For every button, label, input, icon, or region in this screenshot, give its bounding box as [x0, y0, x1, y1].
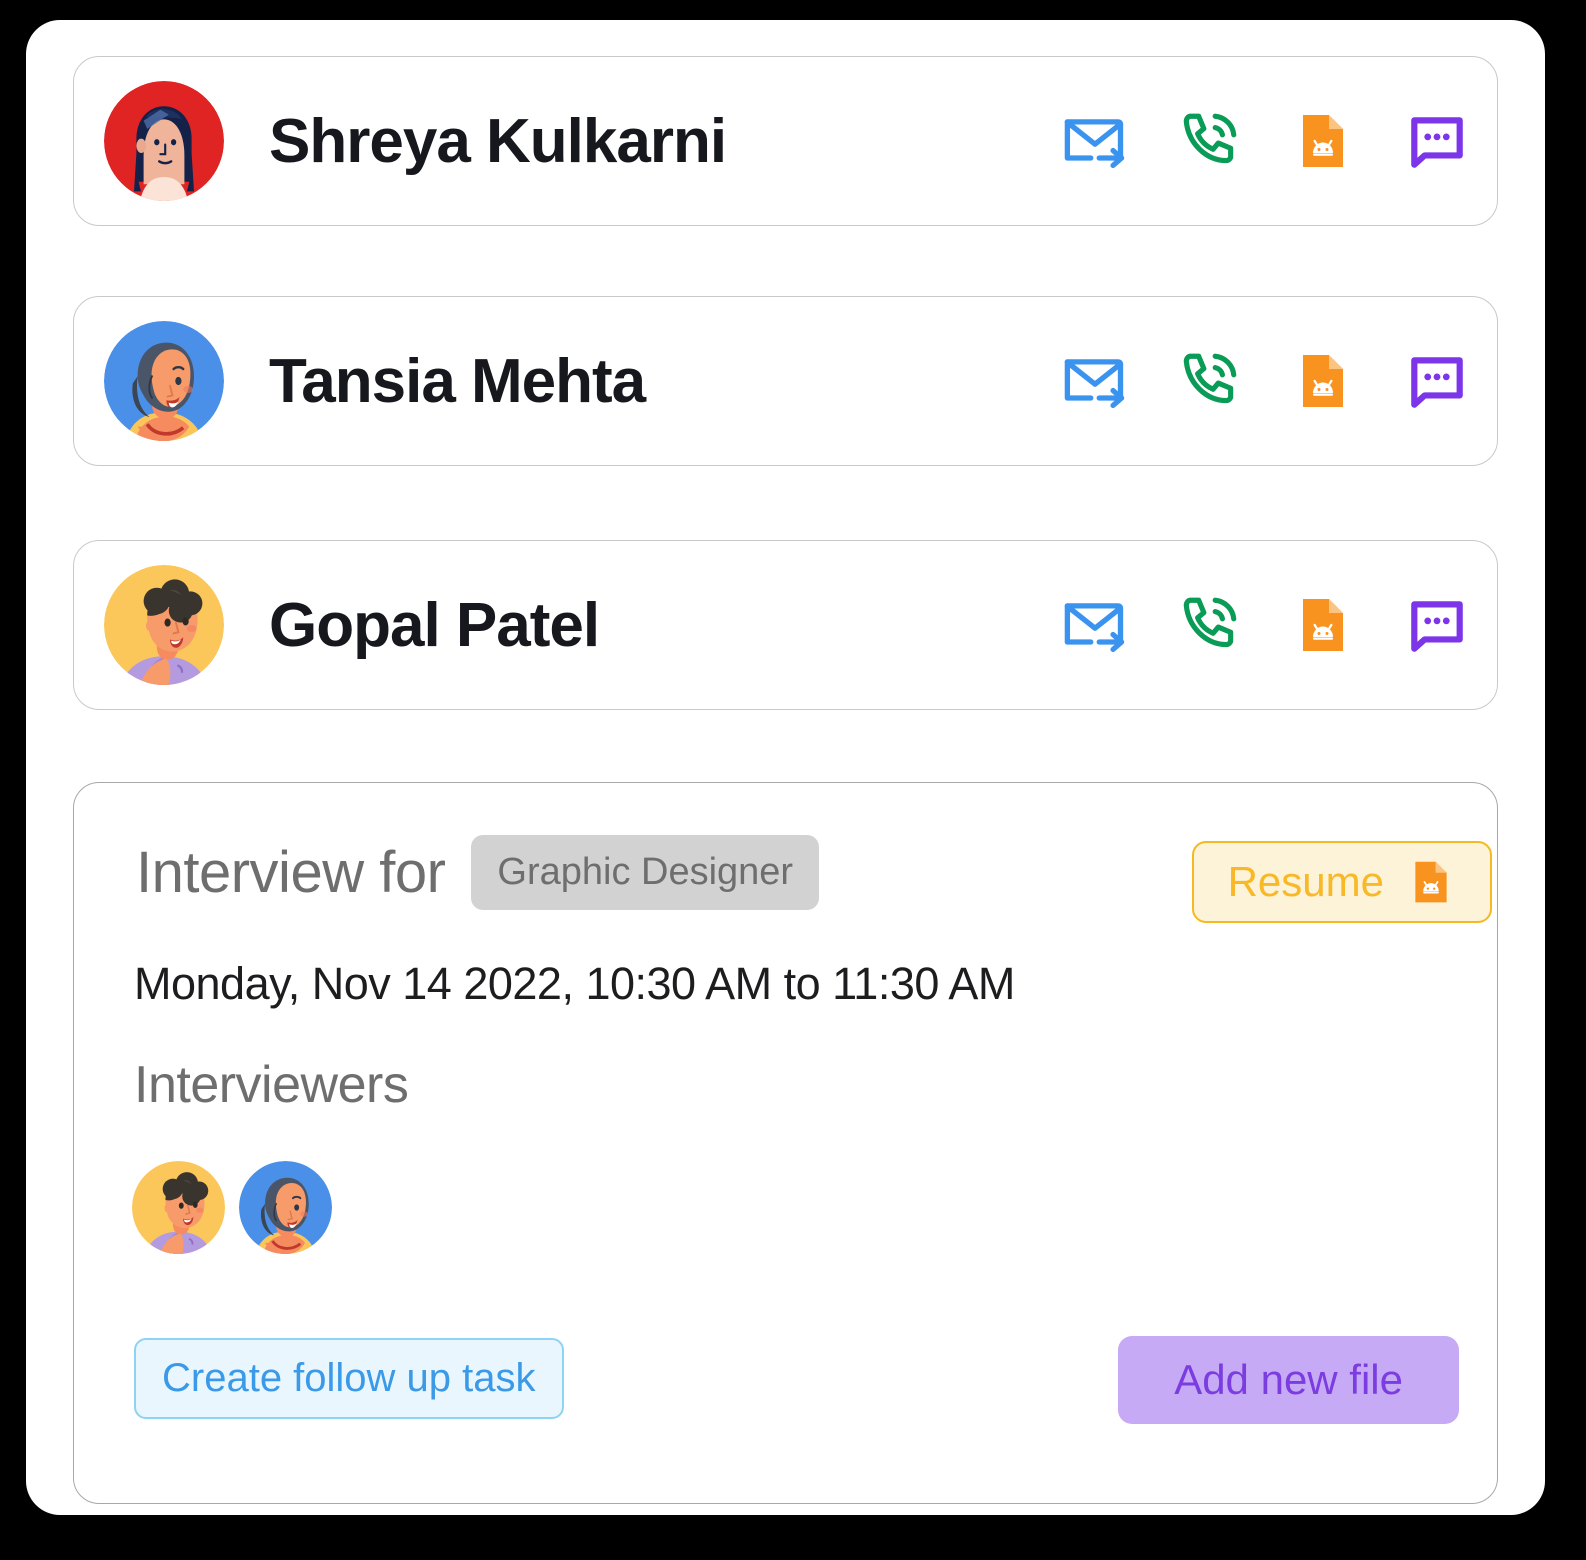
avatar-gopal — [104, 565, 224, 685]
interview-datetime: Monday, Nov 14 2022, 10:30 AM to 11:30 A… — [134, 958, 1015, 1009]
candidate-name: Tansia Mehta — [269, 346, 646, 416]
app-panel: Shreya Kulkarni Tansia Mehta Gopal Patel… — [26, 20, 1545, 1515]
avatar-tansia[interactable] — [239, 1161, 332, 1254]
candidate-card[interactable]: Tansia Mehta — [73, 296, 1498, 466]
candidate-card[interactable]: Gopal Patel — [73, 540, 1498, 710]
role-chip: Graphic Designer — [471, 835, 820, 910]
phone-call-icon[interactable] — [1171, 343, 1247, 419]
resume-file-icon[interactable] — [1285, 343, 1361, 419]
phone-call-icon[interactable] — [1171, 587, 1247, 663]
resume-file-icon[interactable] — [1285, 103, 1361, 179]
interviewers-label: Interviewers — [134, 1056, 409, 1114]
candidate-card[interactable]: Shreya Kulkarni — [73, 56, 1498, 226]
candidate-name: Gopal Patel — [269, 590, 600, 660]
avatar-shreya — [104, 81, 224, 201]
interview-detail-card: Interview for Graphic Designer Resume Mo… — [73, 782, 1498, 1504]
add-new-file-button[interactable]: Add new file — [1118, 1336, 1459, 1424]
chat-message-icon[interactable] — [1399, 103, 1475, 179]
interviewer-avatar-list — [132, 1161, 332, 1254]
candidate-name: Shreya Kulkarni — [269, 106, 727, 176]
avatar-tansia — [104, 321, 224, 441]
avatar-gopal[interactable] — [132, 1161, 225, 1254]
candidate-actions — [1057, 587, 1475, 663]
candidate-actions — [1057, 103, 1475, 179]
candidate-actions — [1057, 343, 1475, 419]
chat-message-icon[interactable] — [1399, 343, 1475, 419]
send-email-icon[interactable] — [1057, 343, 1133, 419]
phone-call-icon[interactable] — [1171, 103, 1247, 179]
interview-for-label: Interview for — [136, 840, 446, 905]
create-follow-up-task-button[interactable]: Create follow up task — [134, 1338, 564, 1419]
resume-file-icon — [1406, 857, 1456, 907]
send-email-icon[interactable] — [1057, 587, 1133, 663]
interview-headline: Interview for Graphic Designer — [136, 835, 820, 910]
resume-file-icon[interactable] — [1285, 587, 1361, 663]
chat-message-icon[interactable] — [1399, 587, 1475, 663]
send-email-icon[interactable] — [1057, 103, 1133, 179]
resume-button-label: Resume — [1227, 858, 1384, 905]
resume-button[interactable]: Resume — [1191, 841, 1492, 923]
